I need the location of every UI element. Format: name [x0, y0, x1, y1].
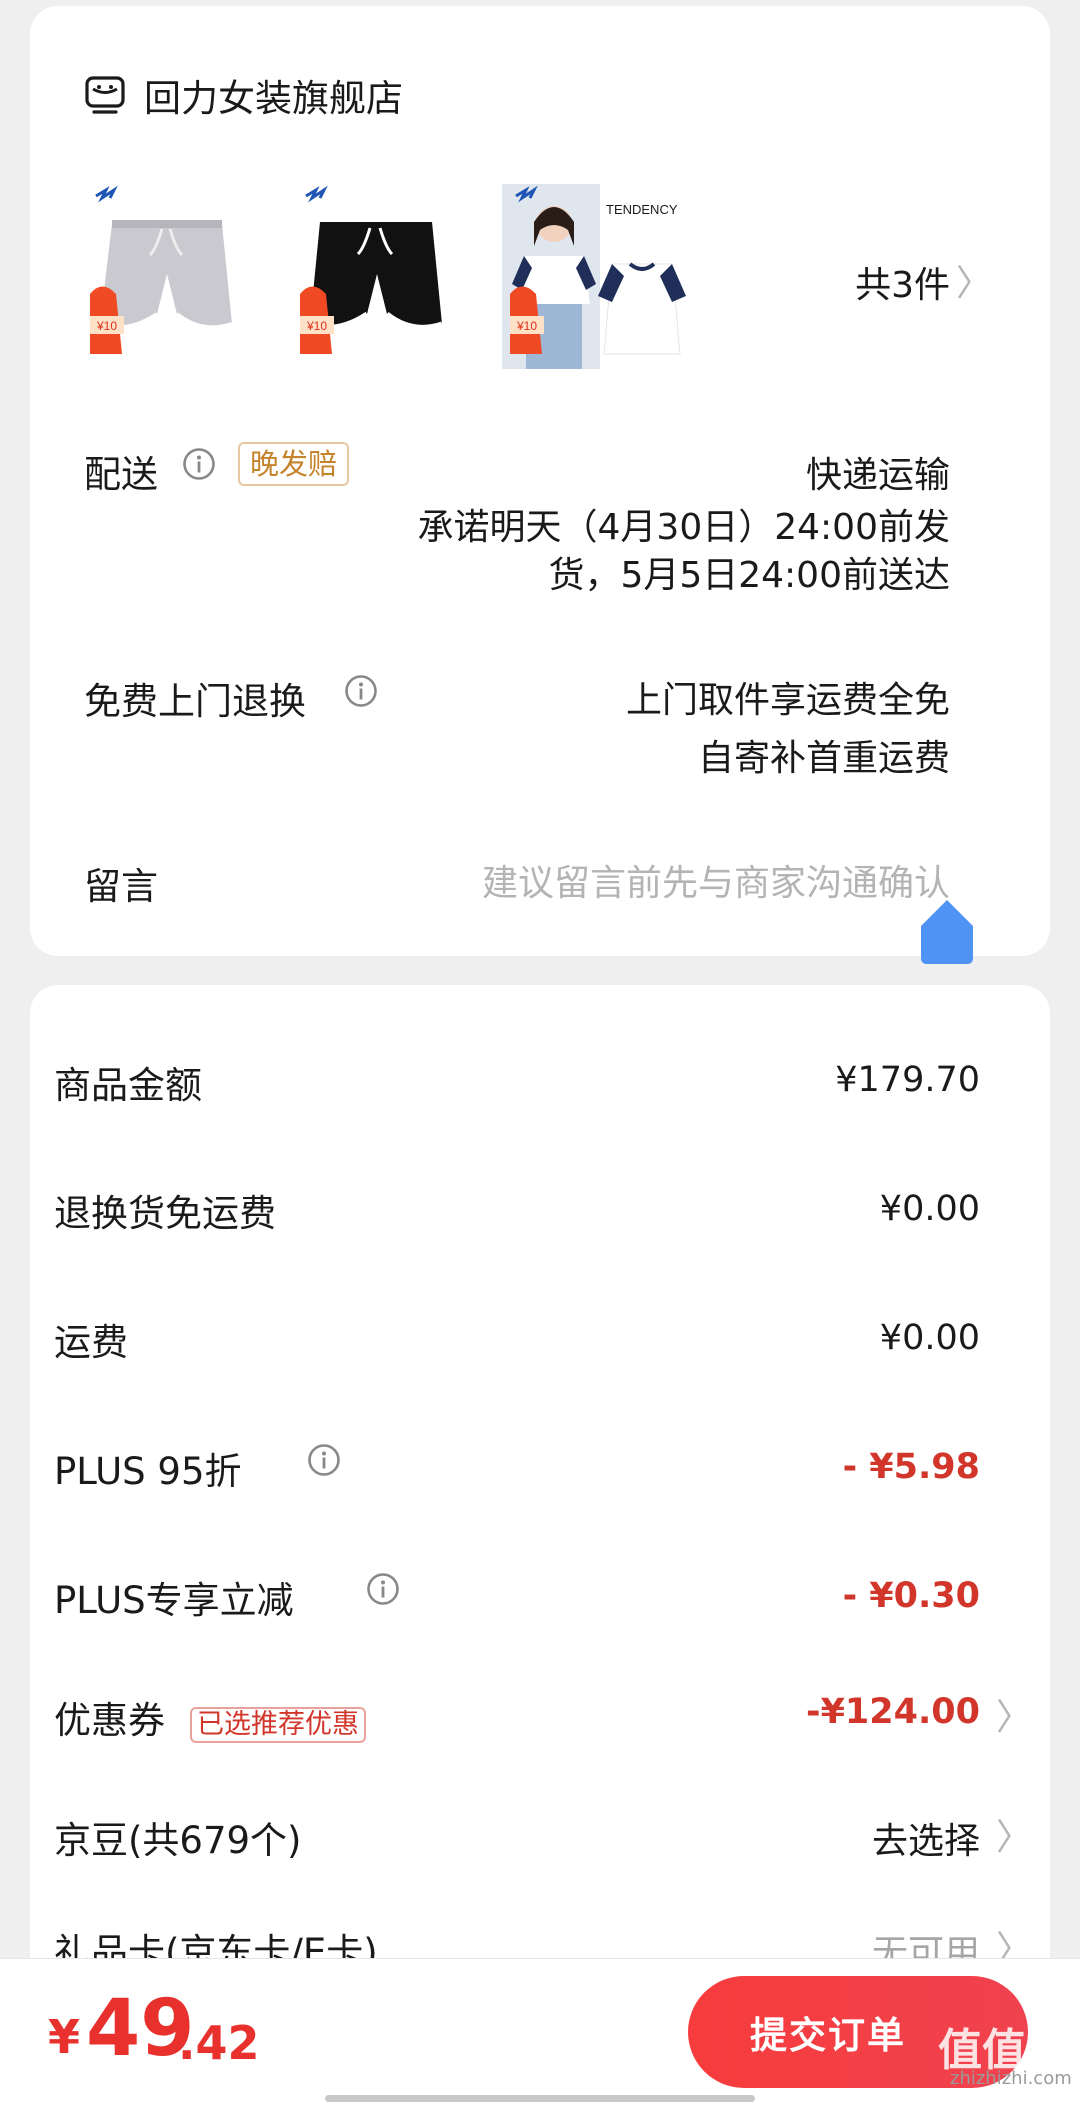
- late-compensation-tag[interactable]: 晚发赔: [238, 442, 350, 486]
- store-order-card: 回力女装旗舰店 ¥10 ¥10 ¥10 TENDENCY 共3件 〉 配送 晚发…: [30, 6, 1050, 964]
- plus-cut-label: PLUS专享立减: [54, 1579, 294, 1622]
- svg-text:¥10: ¥10: [516, 319, 537, 333]
- coupon-label: 优惠券: [54, 1699, 165, 1742]
- info-icon[interactable]: [366, 1572, 400, 1606]
- return-free-label: 退换货免运费: [54, 1192, 276, 1235]
- goods-amount-value: ¥179.70: [835, 1060, 980, 1100]
- shipping-label: 运费: [54, 1321, 128, 1364]
- brand-text: TENDENCY: [606, 202, 678, 217]
- delivery-label: 配送: [84, 453, 158, 496]
- jingdou-label: 京豆(共679个): [54, 1819, 302, 1862]
- store-header[interactable]: 回力女装旗舰店: [84, 68, 403, 122]
- home-indicator[interactable]: [325, 2095, 755, 2102]
- plus95-label: PLUS 95折: [54, 1450, 242, 1493]
- chevron-right-icon[interactable]: 〉: [996, 1808, 1032, 1860]
- chevron-right-icon[interactable]: 〉: [956, 254, 992, 306]
- returns-line2: 自寄补首重运费: [697, 738, 950, 779]
- chevron-right-icon[interactable]: 〉: [996, 1688, 1032, 1740]
- info-icon[interactable]: [307, 1443, 341, 1477]
- coupon-value[interactable]: -¥124.00: [806, 1692, 980, 1732]
- svg-text:¥10: ¥10: [306, 319, 327, 333]
- store-name: 回力女装旗舰店: [144, 77, 403, 120]
- message-input[interactable]: 建议留言前先与商家沟通确认: [482, 854, 950, 906]
- total-currency: ¥: [48, 2010, 81, 2064]
- message-label: 留言: [84, 865, 158, 908]
- watermark-url: zhizhizhi.com: [950, 2068, 1072, 2089]
- product-thumb-raglan-tshirt[interactable]: ¥10 TENDENCY: [502, 184, 692, 369]
- returns-line1: 上门取件享运费全免: [625, 680, 950, 721]
- store-icon: [85, 76, 125, 114]
- goods-amount-label: 商品金额: [54, 1064, 202, 1107]
- svg-text:¥10: ¥10: [96, 319, 117, 333]
- product-thumb-gray-shorts[interactable]: ¥10: [82, 184, 247, 369]
- shipping-value: ¥0.00: [879, 1318, 980, 1358]
- float-home-button[interactable]: [917, 896, 977, 966]
- jingdou-select[interactable]: 去选择: [872, 1812, 980, 1864]
- delivery-method: 快递运输: [805, 455, 950, 496]
- product-thumb-black-shorts[interactable]: ¥10: [292, 184, 457, 369]
- plus-cut-value: - ¥0.30: [842, 1576, 980, 1616]
- returns-label: 免费上门退换: [84, 680, 306, 723]
- item-count[interactable]: 共3件: [855, 256, 950, 308]
- info-icon[interactable]: [182, 447, 216, 481]
- delivery-promise-line2: 货，5月5日24:00前送达: [548, 555, 950, 596]
- delivery-promise-line1: 承诺明天（4月30日）24:00前发: [417, 507, 950, 548]
- submit-order-label: 提交订单: [750, 2014, 906, 2057]
- total-amount-decimal: .42: [178, 2016, 260, 2070]
- coupon-recommended-tag: 已选推荐优惠: [190, 1707, 366, 1743]
- plus95-value: - ¥5.98: [842, 1447, 980, 1487]
- return-free-value: ¥0.00: [879, 1189, 980, 1229]
- info-icon[interactable]: [344, 674, 378, 708]
